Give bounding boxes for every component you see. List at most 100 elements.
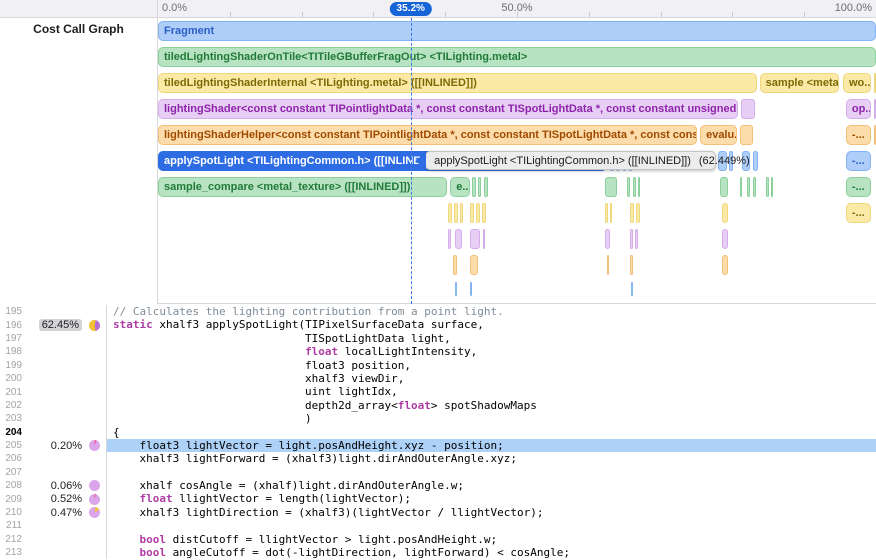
flame-segment[interactable] <box>722 203 728 223</box>
flame-segment[interactable] <box>470 255 478 275</box>
flame-segment[interactable] <box>478 177 481 197</box>
code-line[interactable]: 207 <box>0 466 876 479</box>
flame-segment[interactable] <box>627 177 630 197</box>
line-cost-percentage: 0.06% <box>28 480 82 492</box>
cost-pie-icon <box>89 494 100 505</box>
flame-segment[interactable] <box>635 229 638 249</box>
code-line[interactable]: 201 uint lightIdx, <box>0 385 876 398</box>
flame-segment[interactable] <box>483 229 485 249</box>
flame-segment[interactable] <box>633 177 636 197</box>
line-cost-percentage: 0.52% <box>28 493 82 505</box>
flame-segment[interactable] <box>766 177 769 197</box>
flame-segment[interactable] <box>484 177 488 197</box>
flame-segment[interactable]: wo... <box>843 73 871 93</box>
flame-segment[interactable] <box>454 203 458 223</box>
code-text: uint lightIdx, <box>106 385 876 398</box>
code-line[interactable]: 2090.52% float llightVector = length(lig… <box>0 492 876 505</box>
cost-cursor-badge[interactable]: 35.2% <box>390 2 432 16</box>
line-number: 208 <box>0 480 28 491</box>
flame-row-level8: -... <box>158 203 876 223</box>
flame-segment[interactable] <box>771 177 773 197</box>
flame-segment[interactable] <box>610 203 613 223</box>
flame-segment[interactable] <box>740 125 753 145</box>
flame-segment[interactable] <box>753 151 758 171</box>
flame-segment[interactable]: sample_compare <metal_texture> ([[INLINE… <box>158 177 447 197</box>
code-line[interactable]: 202 depth2d_array<float> spotShadowMaps <box>0 399 876 412</box>
flame-segment[interactable] <box>455 282 457 296</box>
flame-segment[interactable] <box>740 177 742 197</box>
code-line[interactable]: 204{ <box>0 426 876 439</box>
flame-row-fragment: Fragment <box>158 21 876 41</box>
code-text: xhalf3 lightDirection = (xhalf3)(lightVe… <box>106 506 876 519</box>
flame-segment[interactable] <box>720 177 728 197</box>
code-line[interactable]: 197 TISpotLightData light, <box>0 332 876 345</box>
flame-segment[interactable] <box>470 203 474 223</box>
code-line[interactable]: 195// Calculates the lighting contributi… <box>0 305 876 318</box>
ruler-tick <box>230 12 231 17</box>
code-line[interactable]: 200 xhalf3 viewDir, <box>0 372 876 385</box>
flame-segment[interactable]: Fragment <box>158 21 876 41</box>
flame-segment[interactable] <box>747 177 750 197</box>
flame-segment[interactable]: op... <box>846 99 871 119</box>
flame-segment[interactable] <box>448 229 451 249</box>
flame-segment[interactable] <box>630 203 634 223</box>
flame-segment[interactable] <box>605 177 617 197</box>
code-line[interactable]: 206 xhalf3 lightForward = (xhalf3)light.… <box>0 452 876 465</box>
flame-segment[interactable]: -... <box>846 125 871 145</box>
flame-segment[interactable] <box>631 282 633 296</box>
flame-row-sample_compare: sample_compare <metal_texture> ([[INLINE… <box>158 177 876 197</box>
flame-segment[interactable] <box>605 229 610 249</box>
code-line[interactable]: 199 float3 position, <box>0 359 876 372</box>
cost-pie-icon <box>89 480 100 491</box>
flame-segment[interactable] <box>472 177 476 197</box>
flame-segment[interactable] <box>476 203 480 223</box>
flame-segment[interactable] <box>630 229 633 249</box>
ruler-tick <box>589 12 590 17</box>
flame-segment[interactable]: -... <box>846 151 871 171</box>
flame-segment[interactable] <box>638 177 641 197</box>
line-number: 209 <box>0 494 28 505</box>
flame-segment[interactable] <box>482 203 486 223</box>
flame-segment[interactable]: lightingShader<const constant TIPointlig… <box>158 99 738 119</box>
flame-segment[interactable]: -... <box>846 203 871 223</box>
flame-row-lightingShaderHelper: lightingShaderHelper<const constant TIPo… <box>158 125 876 145</box>
graph-left-panel: Cost Call Graph <box>0 0 158 304</box>
flame-segment[interactable]: e... <box>450 177 470 197</box>
flame-segment[interactable] <box>448 203 452 223</box>
flame-segment[interactable] <box>630 255 633 275</box>
flame-segment[interactable] <box>741 99 755 119</box>
code-line[interactable]: 2100.47% xhalf3 lightDirection = (xhalf3… <box>0 506 876 519</box>
flame-segment[interactable]: tiledLightingShaderInternal <TILighting.… <box>158 73 757 93</box>
flame-segment[interactable] <box>753 177 756 197</box>
flame-segment[interactable]: evalu... <box>700 125 737 145</box>
flame-segment[interactable] <box>460 203 464 223</box>
line-number: 213 <box>0 547 28 558</box>
flame-segment[interactable]: -... <box>846 177 871 197</box>
code-text: float localLightIntensity, <box>106 345 876 358</box>
tooltip-arrow-icon <box>415 153 426 169</box>
flame-segment[interactable] <box>722 229 728 249</box>
code-line[interactable]: 213 bool angleCutoff = dot(-lightDirecti… <box>0 546 876 559</box>
code-line[interactable]: 212 bool distCutoff = llightVector > lig… <box>0 533 876 546</box>
code-text: TISpotLightData light, <box>106 332 876 345</box>
flame-segment[interactable] <box>605 203 608 223</box>
code-line[interactable]: 211 <box>0 519 876 532</box>
flame-segment[interactable]: tiledLightingShaderOnTile<TITileGBufferF… <box>158 47 876 67</box>
code-line[interactable]: 203 ) <box>0 412 876 425</box>
flame-segment[interactable] <box>453 255 457 275</box>
flame-segment[interactable] <box>607 255 609 275</box>
page-title: Cost Call Graph <box>0 22 157 36</box>
flame-segment[interactable] <box>470 229 480 249</box>
flame-segment[interactable]: lightingShaderHelper<const constant TIPo… <box>158 125 697 145</box>
code-line[interactable]: 19662.45%static xhalf3 applySpotLight(TI… <box>0 318 876 331</box>
flame-segment[interactable] <box>470 282 472 296</box>
code-line[interactable]: 2050.20% float3 lightVector = light.posA… <box>0 439 876 452</box>
code-line[interactable]: 2080.06% xhalf cosAngle = (xhalf)light.d… <box>0 479 876 492</box>
line-number: 200 <box>0 373 28 384</box>
code-line[interactable]: 198 float localLightIntensity, <box>0 345 876 358</box>
flame-segment[interactable] <box>636 203 640 223</box>
flame-segment[interactable] <box>722 255 728 275</box>
flame-segment[interactable] <box>455 229 462 249</box>
percentage-ruler[interactable]: 0.0%50.0%100.0% <box>158 0 876 18</box>
flame-segment[interactable]: sample <metal... <box>760 73 840 93</box>
